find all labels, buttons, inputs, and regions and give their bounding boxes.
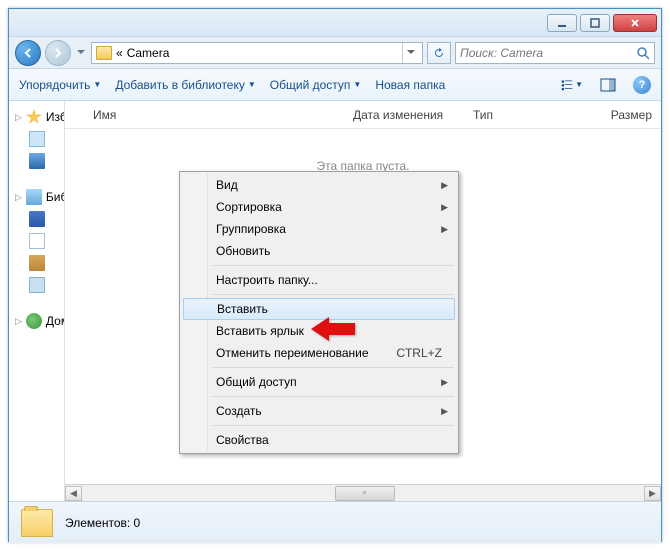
column-headers: Имя Дата изменения Тип Размер <box>65 101 661 129</box>
chevron-right-icon: ▶ <box>441 224 448 235</box>
share-menu[interactable]: Общий доступ▼ <box>270 78 362 92</box>
library-icon <box>26 189 42 205</box>
video-icon <box>29 211 45 227</box>
context-group[interactable]: Группировка▶ <box>182 218 456 240</box>
context-share[interactable]: Общий доступ▶ <box>182 371 456 393</box>
downloads-icon <box>29 131 45 147</box>
search-input[interactable] <box>460 46 636 60</box>
sidebar-item[interactable] <box>15 253 64 273</box>
new-folder-button[interactable]: Новая папка <box>375 78 445 92</box>
desktop-icon <box>29 153 45 169</box>
chevron-right-icon: ▶ <box>441 202 448 213</box>
context-new[interactable]: Создать▶ <box>182 400 456 422</box>
context-customize[interactable]: Настроить папку... <box>182 269 456 291</box>
context-paste[interactable]: Вставить <box>183 298 455 320</box>
sidebar-item[interactable] <box>15 129 64 149</box>
column-type[interactable]: Тип <box>465 101 565 128</box>
view-options-button[interactable]: ▼ <box>561 74 583 96</box>
context-refresh[interactable]: Обновить <box>182 240 456 262</box>
sidebar-item[interactable] <box>15 209 64 229</box>
address-dropdown[interactable] <box>402 43 418 63</box>
navigation-pane: ▷Избранное ▷Библиотеки ▷Домашняя группа <box>9 101 65 501</box>
status-bar: Элементов: 0 <box>9 501 661 543</box>
history-dropdown[interactable] <box>75 50 87 55</box>
column-size[interactable]: Размер <box>565 101 661 128</box>
status-text: Элементов: 0 <box>65 516 140 530</box>
toolbar: Упорядочить▼ Добавить в библиотеку▼ Общи… <box>9 69 661 101</box>
context-undo-rename[interactable]: Отменить переименованиеCTRL+Z <box>182 342 456 364</box>
chevron-right-icon: ▶ <box>441 406 448 417</box>
sidebar-homegroup[interactable]: ▷Домашняя группа <box>15 311 64 331</box>
sidebar-item[interactable] <box>15 151 64 171</box>
horizontal-scrollbar[interactable]: ◀ ≡ ▶ <box>65 484 661 501</box>
scroll-thumb[interactable]: ≡ <box>335 486 395 501</box>
column-name[interactable]: Имя <box>85 101 345 128</box>
homegroup-icon <box>26 313 42 329</box>
titlebar <box>9 9 661 37</box>
sidebar-libraries[interactable]: ▷Библиотеки <box>15 187 64 207</box>
minimize-button[interactable] <box>547 14 577 32</box>
music-icon <box>29 277 45 293</box>
pictures-icon <box>29 255 45 271</box>
search-icon <box>636 46 650 60</box>
context-properties[interactable]: Свойства <box>182 429 456 451</box>
column-date[interactable]: Дата изменения <box>345 101 465 128</box>
address-bar[interactable]: « Camera <box>91 42 423 64</box>
folder-icon <box>96 46 112 60</box>
context-sort[interactable]: Сортировка▶ <box>182 196 456 218</box>
context-paste-shortcut[interactable]: Вставить ярлык <box>182 320 456 342</box>
close-button[interactable] <box>613 14 657 32</box>
star-icon <box>26 109 42 125</box>
sidebar-item[interactable] <box>15 275 64 295</box>
maximize-button[interactable] <box>580 14 610 32</box>
scroll-right-button[interactable]: ▶ <box>644 486 661 501</box>
context-view[interactable]: Вид▶ <box>182 174 456 196</box>
document-icon <box>29 233 45 249</box>
forward-button[interactable] <box>45 40 71 66</box>
sidebar-favorites[interactable]: ▷Избранное <box>15 107 64 127</box>
nav-bar: « Camera <box>9 37 661 69</box>
search-box[interactable] <box>455 42 655 64</box>
breadcrumb-prefix: « <box>116 46 123 60</box>
organize-menu[interactable]: Упорядочить▼ <box>19 78 101 92</box>
back-button[interactable] <box>15 40 41 66</box>
chevron-right-icon: ▶ <box>441 377 448 388</box>
scroll-left-button[interactable]: ◀ <box>65 486 82 501</box>
context-menu: Вид▶ Сортировка▶ Группировка▶ Обновить Н… <box>179 171 459 454</box>
add-to-library-menu[interactable]: Добавить в библиотеку▼ <box>115 78 255 92</box>
help-button[interactable]: ? <box>633 76 651 94</box>
folder-icon <box>21 509 53 537</box>
preview-pane-button[interactable] <box>597 74 619 96</box>
chevron-right-icon: ▶ <box>441 180 448 191</box>
refresh-button[interactable] <box>427 42 451 64</box>
breadcrumb-current: Camera <box>127 46 170 60</box>
sidebar-item[interactable] <box>15 231 64 251</box>
explorer-window: « Camera Упорядочить▼ Добавить в библиот… <box>8 8 662 542</box>
